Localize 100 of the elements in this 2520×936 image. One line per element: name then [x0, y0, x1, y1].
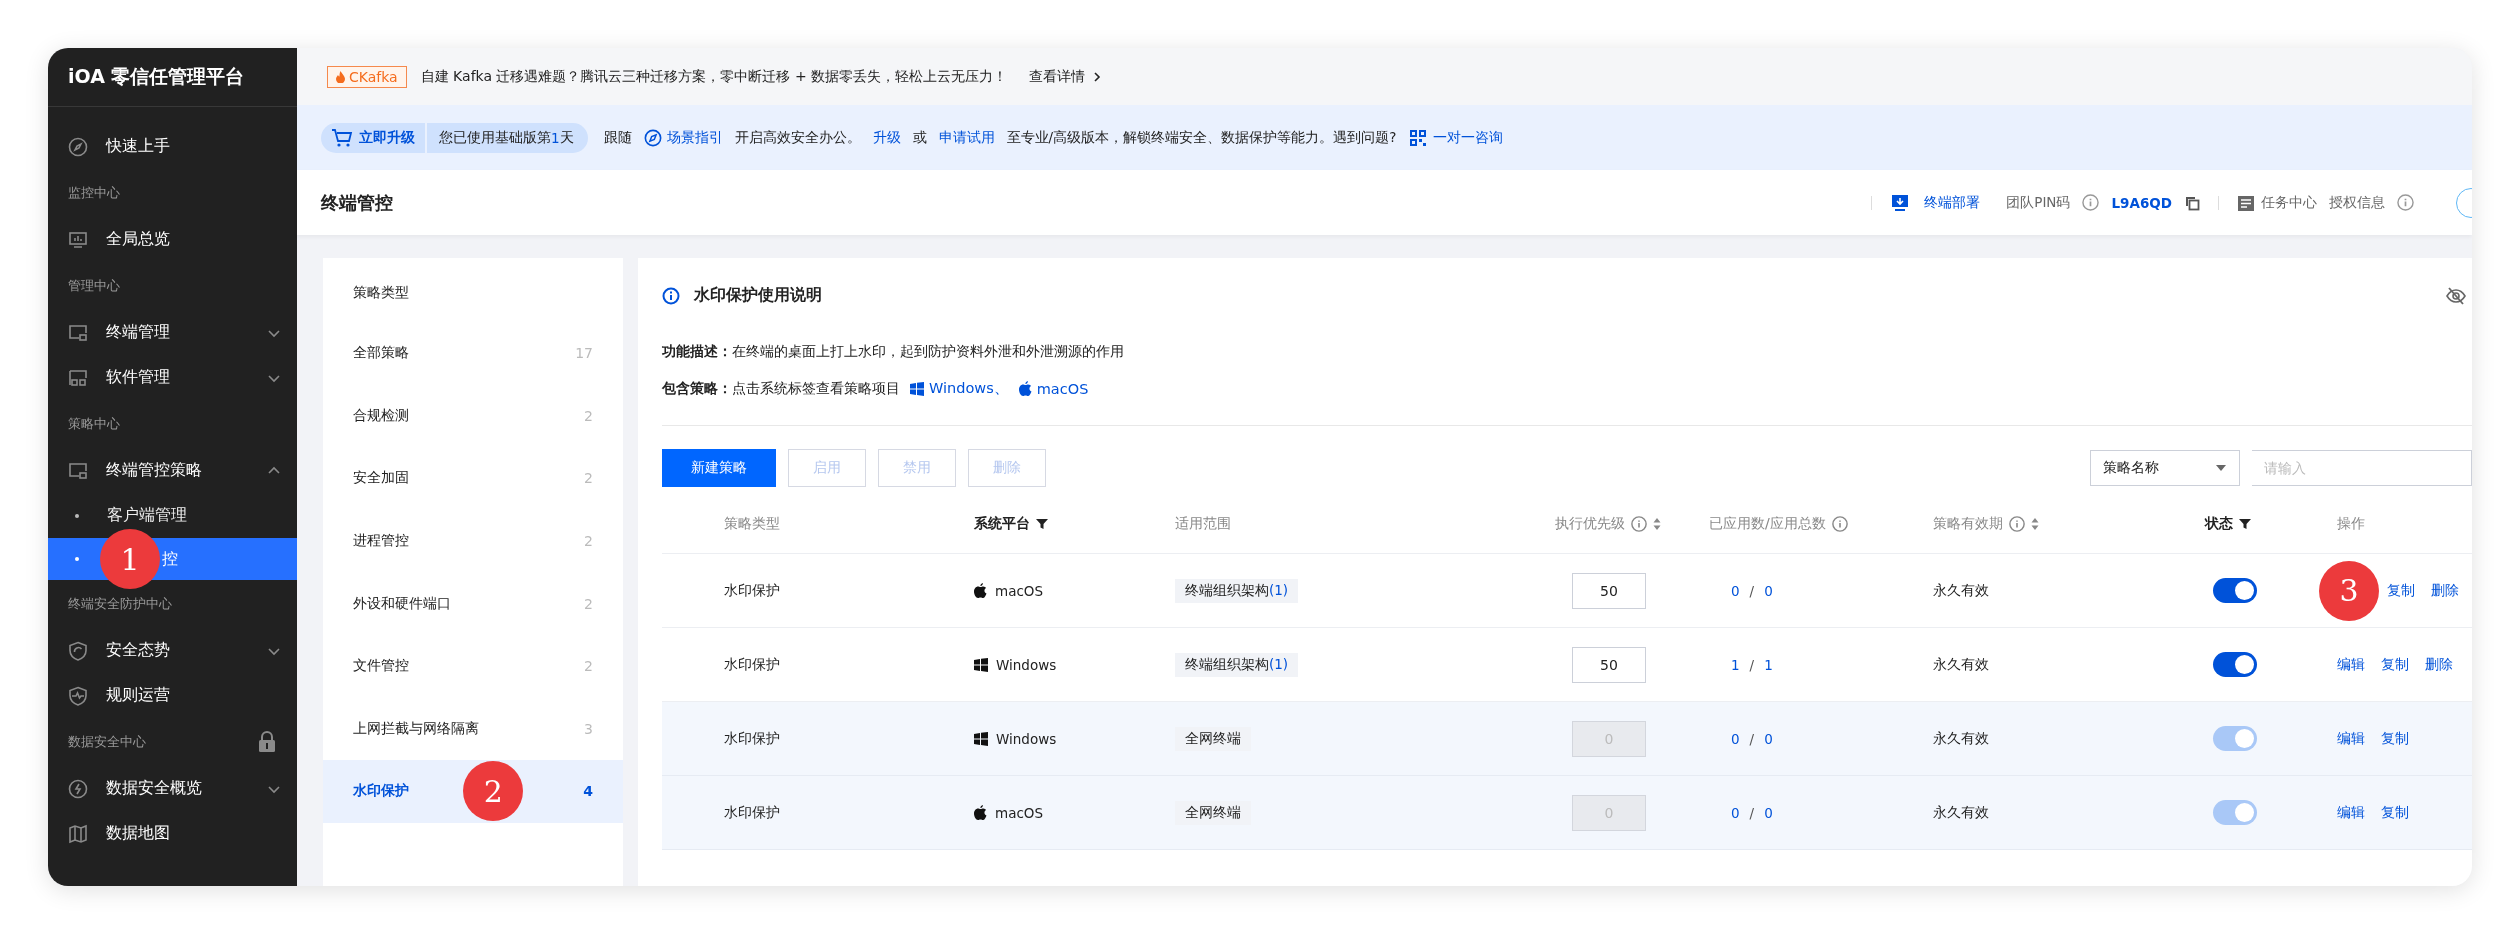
- table-cell: 水印保护: [724, 729, 780, 748]
- policy-type-item[interactable]: 全部策略 17: [323, 322, 623, 385]
- bolt-icon: [68, 778, 88, 799]
- notice-link[interactable]: 申请试用: [938, 128, 995, 147]
- table-cell: 永久有效: [1933, 729, 1989, 748]
- bullet-icon: [75, 513, 79, 518]
- table-cell: 永久有效: [1933, 581, 1989, 600]
- column-header: 策略有效期: [1909, 515, 2181, 533]
- priority-input[interactable]: 50: [1572, 572, 1646, 609]
- policy-type-item[interactable]: 进程管控 2: [323, 509, 623, 573]
- nav-item[interactable]: 安全态势: [48, 628, 297, 673]
- platform-link[interactable]: macOS: [1018, 380, 1089, 397]
- platform-cell: Windows: [974, 656, 1057, 673]
- action-link[interactable]: 编辑: [2337, 655, 2365, 674]
- policy-type-item[interactable]: 合规检测 2: [323, 384, 623, 448]
- section-label: 终端安全防护中心: [68, 595, 172, 613]
- action-link[interactable]: 复制: [2381, 655, 2409, 674]
- search-field[interactable]: 请输入: [2252, 450, 2472, 486]
- column-header: 状态: [2181, 515, 2313, 533]
- platform-cell: macOS: [974, 582, 1044, 599]
- section-label: 监控中心: [68, 184, 120, 202]
- info-icon[interactable]: [2082, 194, 2100, 211]
- table-cell: 水印保护: [724, 581, 780, 600]
- chevron-right-icon: [1093, 70, 1102, 83]
- status-toggle[interactable]: [2213, 652, 2257, 677]
- applied-count[interactable]: 1 / 1: [1709, 656, 1773, 673]
- nav-item[interactable]: 规则运营: [48, 673, 297, 718]
- column-header: 策略类型: [723, 515, 781, 533]
- nav-item[interactable]: 快速上手: [48, 124, 297, 169]
- details-link[interactable]: 查看详情: [1029, 67, 1102, 86]
- notice-text: 至专业/高级版本，解锁终端安全、数据保护等能力。遇到问题?: [1006, 128, 1397, 147]
- nav-item[interactable]: 数据安全概览: [48, 766, 297, 811]
- description-text: 包含策略：点击系统标签查看策略项目: [662, 379, 900, 398]
- table-cell: 水印保护: [724, 803, 780, 822]
- status-toggle[interactable]: [2213, 578, 2257, 603]
- policy-type-item[interactable]: 安全加固 2: [323, 447, 623, 510]
- compass-icon: [68, 136, 88, 157]
- upgrade-button[interactable]: 立即升级: [321, 122, 425, 153]
- action-link[interactable]: 复制: [2387, 581, 2415, 600]
- action-link[interactable]: 删除: [2425, 655, 2453, 674]
- notice-text: 开启高效安全办公。: [734, 128, 861, 147]
- priority-input[interactable]: 50: [1572, 646, 1646, 683]
- action-link[interactable]: 删除: [2431, 581, 2459, 600]
- scope-tag: 终端组织架构(1): [1175, 578, 1299, 603]
- annotation-marker: 3: [2319, 560, 2379, 621]
- sort-icon[interactable]: [2031, 517, 2039, 531]
- notice-link[interactable]: 升级: [872, 128, 901, 147]
- policy-type-item[interactable]: 文件管控 2: [323, 634, 623, 698]
- info-icon[interactable]: [1631, 516, 1647, 532]
- pin-label: 团队PIN码: [2006, 193, 2071, 212]
- bullet-icon: [75, 557, 79, 561]
- panel-title: 水印保护使用说明: [694, 285, 822, 306]
- column-header: 执行优先级: [1531, 515, 1685, 533]
- info-icon[interactable]: [2397, 194, 2414, 211]
- section-label: 策略中心: [68, 415, 120, 433]
- apps-icon: [68, 367, 88, 388]
- page-title: 终端管控: [321, 190, 393, 215]
- description-text: 功能描述：在终端的桌面上打上水印，起到防护资料外泄和外泄溯源的作用: [662, 342, 1124, 361]
- consult-link[interactable]: 一对一咨询: [1408, 127, 1504, 148]
- filter-icon[interactable]: [2239, 518, 2251, 530]
- nav-subitem[interactable]: 1 控: [48, 529, 297, 589]
- nav-item[interactable]: 全局总览: [48, 217, 297, 262]
- section-label: 管理中心: [68, 277, 120, 295]
- scope-tag: 全网终端: [1175, 800, 1251, 825]
- column-header: 适用范围: [1174, 515, 1232, 533]
- pin-code: L9A6QD: [2111, 194, 2172, 211]
- guide-link[interactable]: 场景指引: [643, 128, 723, 147]
- nav-item[interactable]: 终端管控策略: [48, 448, 297, 493]
- usage-badge: 您已使用基础版第1天: [427, 122, 588, 153]
- copy-icon[interactable]: [2184, 194, 2200, 211]
- table-cell: 永久有效: [1933, 803, 1989, 822]
- filter-select[interactable]: 策略名称: [2090, 450, 2240, 486]
- create-button[interactable]: 新建策略: [662, 449, 776, 487]
- nav-item[interactable]: 软件管理: [48, 355, 297, 400]
- applied-count[interactable]: 0 / 0: [1709, 582, 1773, 599]
- filter-icon[interactable]: [1036, 518, 1048, 530]
- scope-tag: 终端组织架构(1): [1175, 652, 1299, 677]
- cart-icon: [331, 127, 353, 148]
- info-icon[interactable]: [2009, 516, 2025, 532]
- info-icon: [662, 286, 680, 305]
- device-icon: [68, 460, 88, 481]
- list-title: 策略类型: [352, 283, 410, 302]
- column-header: 系统平台: [950, 515, 1151, 533]
- section-label: 数据安全中心: [68, 733, 146, 751]
- platform-link[interactable]: Windows、: [910, 379, 1009, 398]
- task-center-link[interactable]: 任务中心: [2237, 193, 2317, 212]
- qr-code-icon: [1408, 127, 1429, 148]
- promo-text: 自建 Kafka 迁移遇难题？腾讯云三种迁移方案，零中断迁移 + 数据零丢失，轻松上云无压力！: [420, 67, 1008, 86]
- table-cell: 永久有效: [1933, 655, 1989, 674]
- nav-item[interactable]: 数据地图: [48, 811, 297, 856]
- policy-type-item[interactable]: 外设和硬件端口 2: [323, 572, 623, 635]
- nav-item[interactable]: 终端管理: [48, 310, 297, 355]
- sort-icon[interactable]: [1653, 517, 1661, 531]
- table-cell: 水印保护: [724, 655, 780, 674]
- eye-off-icon[interactable]: [2446, 286, 2466, 305]
- policy-type-item[interactable]: 上网拦截与网络隔离 3: [323, 697, 623, 761]
- deploy-link[interactable]: 终端部署: [1890, 192, 1981, 213]
- policy-type-item[interactable]: 水印保护 2 4: [323, 760, 623, 823]
- info-icon[interactable]: [1831, 516, 1848, 532]
- platform-cell: macOS: [974, 804, 1044, 821]
